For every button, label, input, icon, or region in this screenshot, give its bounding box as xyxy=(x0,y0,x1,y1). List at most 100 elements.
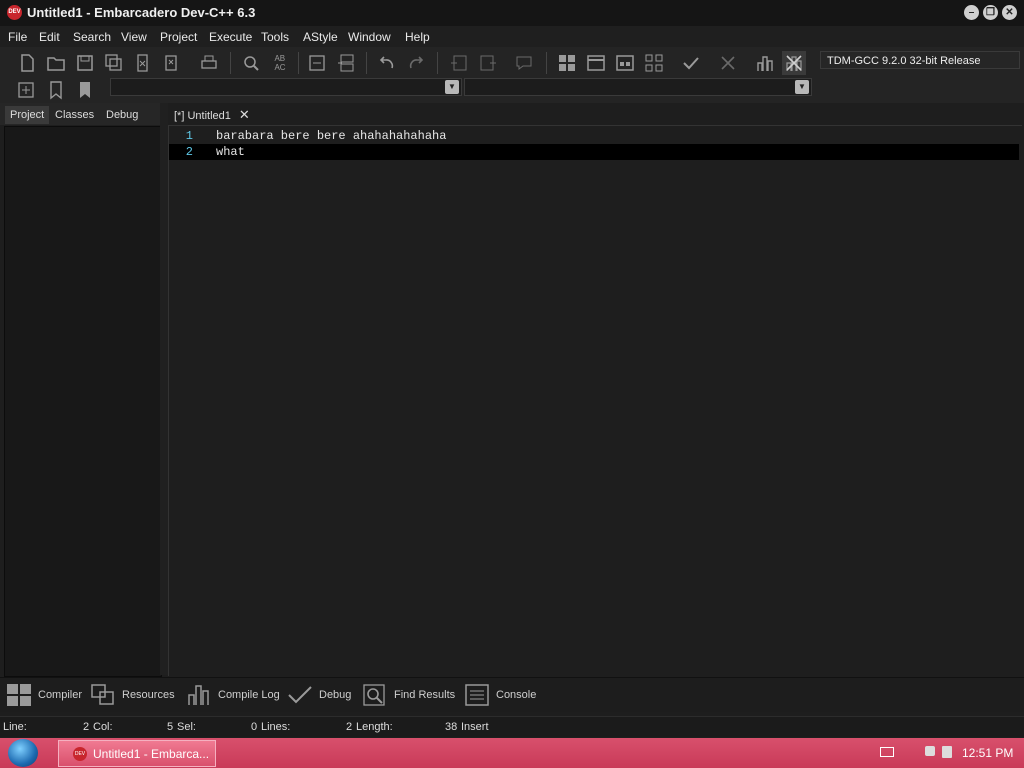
menu-help[interactable]: Help xyxy=(405,30,430,44)
resources-icon xyxy=(91,684,114,705)
insert-icon[interactable] xyxy=(14,78,38,102)
rebuild-all-icon[interactable] xyxy=(642,51,666,75)
status-col-label: Col: xyxy=(93,721,113,733)
indent-icon[interactable] xyxy=(447,51,471,75)
compile-log-icon xyxy=(188,685,209,705)
network-icon[interactable] xyxy=(925,746,935,756)
status-mode: Insert xyxy=(461,721,489,733)
status-line-value: 2 xyxy=(83,721,90,733)
unindent-icon[interactable] xyxy=(476,51,500,75)
code-editor[interactable]: 1 barabara bere bere ahahahahahaha 2 wha… xyxy=(168,125,1022,676)
project-tree[interactable] xyxy=(4,126,162,677)
bottom-panel-tabs: Compiler Resources Compile Log Debug Fin… xyxy=(0,677,1024,712)
close-tab-icon[interactable]: ✕ xyxy=(239,105,250,125)
replace-icon[interactable]: AB AC xyxy=(268,51,292,75)
status-lines-label: Lines: xyxy=(261,721,291,733)
undo-icon[interactable] xyxy=(375,51,399,75)
editor-tab-untitled1[interactable]: [*] Untitled1 ✕ xyxy=(168,105,256,125)
redo-icon[interactable] xyxy=(404,51,428,75)
window-title: Untitled1 - Embarcadero Dev-C++ 6.3 xyxy=(27,5,256,20)
function-combo[interactable]: ▼ xyxy=(464,78,812,96)
syntax-check-icon[interactable] xyxy=(679,51,703,75)
print-icon[interactable] xyxy=(197,51,221,75)
new-file-icon[interactable] xyxy=(15,51,39,75)
clock[interactable]: 12:51 PM xyxy=(962,746,1013,760)
line-number: 2 xyxy=(185,145,193,159)
status-sel-label: Sel: xyxy=(177,721,196,733)
editor-tabs: [*] Untitled1 ✕ xyxy=(168,103,1024,125)
tab-compile-log-label: Compile Log xyxy=(218,689,280,701)
status-lines-value: 2 xyxy=(346,721,353,733)
check-icon xyxy=(288,686,312,704)
code-line-current: 2 what xyxy=(169,144,1019,160)
tab-console-label: Console xyxy=(496,689,537,701)
menu-file[interactable]: File xyxy=(8,30,27,44)
status-sel-value: 0 xyxy=(251,721,258,733)
run-icon[interactable] xyxy=(584,51,608,75)
menu-bar: File Edit Search View Project Execute To… xyxy=(0,26,1024,47)
code-line: 1 barabara bere bere ahahahahahaha xyxy=(169,128,1019,144)
restore-icon[interactable]: ❐ xyxy=(983,5,998,20)
code-text: barabara bere bere ahahahahahaha xyxy=(216,129,447,143)
status-col-value: 5 xyxy=(167,721,174,733)
compiler-icon xyxy=(7,684,31,706)
taskbar-app-button[interactable]: DEV Untitled1 - Embarca... xyxy=(58,740,216,767)
compile-run-icon[interactable] xyxy=(613,51,637,75)
tab-classes[interactable]: Classes xyxy=(50,106,99,124)
chevron-down-icon[interactable]: ▼ xyxy=(795,80,809,94)
status-length-value: 38 xyxy=(445,721,458,733)
minimize-icon[interactable]: – xyxy=(964,5,979,20)
comment-icon[interactable] xyxy=(512,51,536,75)
menu-astyle[interactable]: AStyle xyxy=(303,30,338,44)
menu-edit[interactable]: Edit xyxy=(39,30,60,44)
compiler-select[interactable]: TDM-GCC 9.2.0 32-bit Release xyxy=(820,51,1020,69)
split-view-icon[interactable] xyxy=(334,51,358,75)
start-button[interactable] xyxy=(8,739,38,767)
tab-find-results[interactable]: Find Results xyxy=(362,683,455,707)
status-bar: Line: 2 Col: 5 Sel: 0 Lines: 2 Length: 3… xyxy=(0,716,1024,737)
status-line-label: Line: xyxy=(3,721,27,733)
tab-compile-log[interactable]: Compile Log xyxy=(186,683,280,707)
menu-search[interactable]: Search xyxy=(73,30,111,44)
tab-compiler[interactable]: Compiler xyxy=(6,683,82,707)
keyboard-icon[interactable] xyxy=(880,747,894,757)
tab-console[interactable]: Console xyxy=(464,683,536,707)
save-icon[interactable] xyxy=(73,51,97,75)
volume-icon[interactable] xyxy=(942,746,952,758)
open-folder-icon[interactable] xyxy=(44,51,68,75)
tab-resources[interactable]: Resources xyxy=(90,683,175,707)
compile-icon[interactable] xyxy=(555,51,579,75)
tab-project[interactable]: Project xyxy=(5,106,50,124)
profile-icon[interactable] xyxy=(753,51,777,75)
goto-bookmark-icon[interactable] xyxy=(73,78,97,102)
tab-debug-label: Debug xyxy=(319,689,352,701)
tab-debug-output[interactable]: Debug xyxy=(287,683,351,707)
goto-line-icon[interactable] xyxy=(305,51,329,75)
tab-find-results-label: Find Results xyxy=(394,689,456,701)
menu-window[interactable]: Window xyxy=(348,30,391,44)
stop-execution-icon[interactable] xyxy=(716,51,740,75)
save-all-icon[interactable] xyxy=(102,51,126,75)
menu-project[interactable]: Project xyxy=(160,30,197,44)
chevron-down-icon[interactable]: ▼ xyxy=(445,80,459,94)
devcpp-task-icon: DEV xyxy=(73,746,87,761)
status-length-label: Length: xyxy=(356,721,393,733)
close-file-icon[interactable] xyxy=(131,51,155,75)
class-combo[interactable]: ▼ xyxy=(110,78,462,96)
menu-view[interactable]: View xyxy=(121,30,147,44)
find-icon[interactable] xyxy=(239,51,263,75)
tab-debug[interactable]: Debug xyxy=(101,106,143,124)
find-results-icon xyxy=(363,684,385,706)
devcpp-app-icon[interactable]: DEV xyxy=(7,5,22,20)
line-number: 1 xyxy=(185,129,193,143)
panel-splitter[interactable] xyxy=(160,103,168,675)
menu-tools[interactable]: Tools xyxy=(261,30,289,44)
left-panel-tabs: Project Classes Debug xyxy=(0,103,165,125)
editor-tab-label: [*] Untitled1 xyxy=(174,110,231,122)
close-icon[interactable]: ✕ xyxy=(1002,5,1017,20)
toggle-bookmark-icon[interactable] xyxy=(44,78,68,102)
menu-execute[interactable]: Execute xyxy=(209,30,252,44)
close-all-icon[interactable] xyxy=(160,51,184,75)
delete-profile-icon[interactable] xyxy=(782,51,806,75)
tab-resources-label: Resources xyxy=(122,689,175,701)
